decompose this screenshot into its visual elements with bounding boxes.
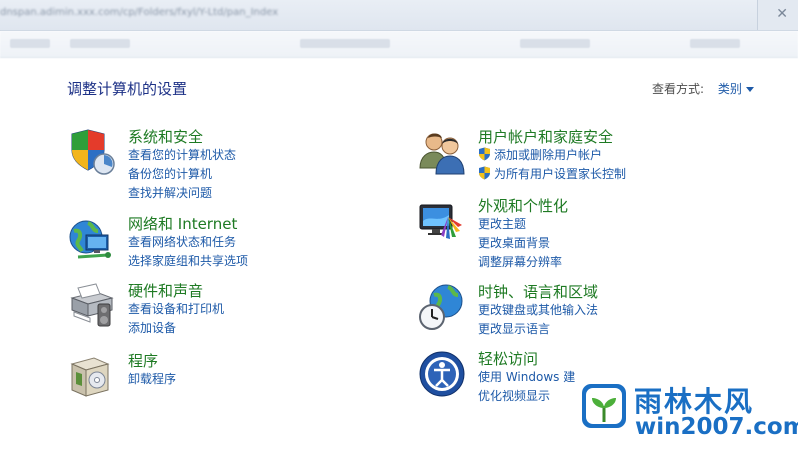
link-uninstall-program[interactable]: 卸载程序: [128, 370, 428, 389]
link-adjust-resolution[interactable]: 调整屏幕分辨率: [478, 253, 778, 272]
link-homegroup-sharing[interactable]: 选择家庭组和共享选项: [128, 252, 428, 271]
link-add-remove-accounts[interactable]: 添加或删除用户帐户: [478, 146, 778, 165]
programs-box-icon[interactable]: [68, 352, 116, 400]
system-security-shield-icon[interactable]: [68, 128, 116, 176]
link-devices-printers[interactable]: 查看设备和打印机: [128, 300, 428, 319]
view-by-value[interactable]: 类别: [718, 82, 742, 96]
view-by: 查看方式: 类别: [652, 80, 754, 97]
view-by-label: 查看方式:: [652, 82, 705, 96]
appearance-monitor-icon[interactable]: [418, 197, 466, 245]
link-add-device[interactable]: 添加设备: [128, 319, 428, 338]
link-view-network-status[interactable]: 查看网络状态和任务: [128, 233, 428, 252]
link-parental-controls-label[interactable]: 为所有用户设置家长控制: [494, 167, 626, 181]
address-bar[interactable]: dnspan.adimin.xxx.com/cp/Folders/fxyl/Y-…: [0, 7, 560, 21]
watermark-domain: win2007.com: [635, 414, 798, 440]
watermark-logo-icon: [580, 382, 628, 430]
link-find-fix-problems[interactable]: 查找并解决问题: [128, 184, 428, 203]
uac-shield-icon: [479, 147, 490, 161]
heading-user-accounts[interactable]: 用户帐户和家庭安全: [478, 128, 778, 146]
watermark: 雨林木风 win2007.com: [578, 378, 798, 440]
window-controls: ✕: [757, 0, 798, 30]
hardware-printer-icon[interactable]: [68, 282, 116, 330]
browser-toolbar: dnspan.adimin.xxx.com/cp/Folders/fxyl/Y-…: [0, 0, 798, 31]
chevron-down-icon[interactable]: [745, 87, 754, 92]
clock-globe-icon[interactable]: [418, 283, 466, 331]
link-change-background[interactable]: 更改桌面背景: [478, 234, 778, 253]
heading-network-internet[interactable]: 网络和 Internet: [128, 215, 428, 233]
heading-hardware-sound[interactable]: 硬件和声音: [128, 282, 428, 300]
link-change-display-language[interactable]: 更改显示语言: [478, 320, 778, 339]
link-add-remove-accounts-label[interactable]: 添加或删除用户帐户: [494, 148, 602, 162]
page-title: 调整计算机的设置: [67, 80, 188, 98]
heading-ease-of-access[interactable]: 轻松访问: [478, 350, 778, 368]
heading-appearance[interactable]: 外观和个性化: [478, 197, 778, 215]
user-accounts-icon[interactable]: [418, 128, 466, 176]
view-by-dropdown[interactable]: 类别: [718, 82, 754, 96]
uac-shield-icon: [479, 166, 490, 180]
network-globe-icon[interactable]: [68, 215, 116, 263]
heading-programs[interactable]: 程序: [128, 352, 428, 370]
toolbar-band: [0, 31, 798, 58]
ease-of-access-icon[interactable]: [418, 350, 466, 398]
close-icon[interactable]: ✕: [776, 6, 788, 22]
link-view-computer-status[interactable]: 查看您的计算机状态: [128, 146, 428, 165]
heading-system-security[interactable]: 系统和安全: [128, 128, 428, 146]
link-change-keyboard-input[interactable]: 更改键盘或其他输入法: [478, 301, 778, 320]
heading-clock-language-region[interactable]: 时钟、语言和区域: [478, 283, 778, 301]
link-backup-computer[interactable]: 备份您的计算机: [128, 165, 428, 184]
link-change-theme[interactable]: 更改主题: [478, 215, 778, 234]
link-parental-controls[interactable]: 为所有用户设置家长控制: [478, 165, 778, 184]
